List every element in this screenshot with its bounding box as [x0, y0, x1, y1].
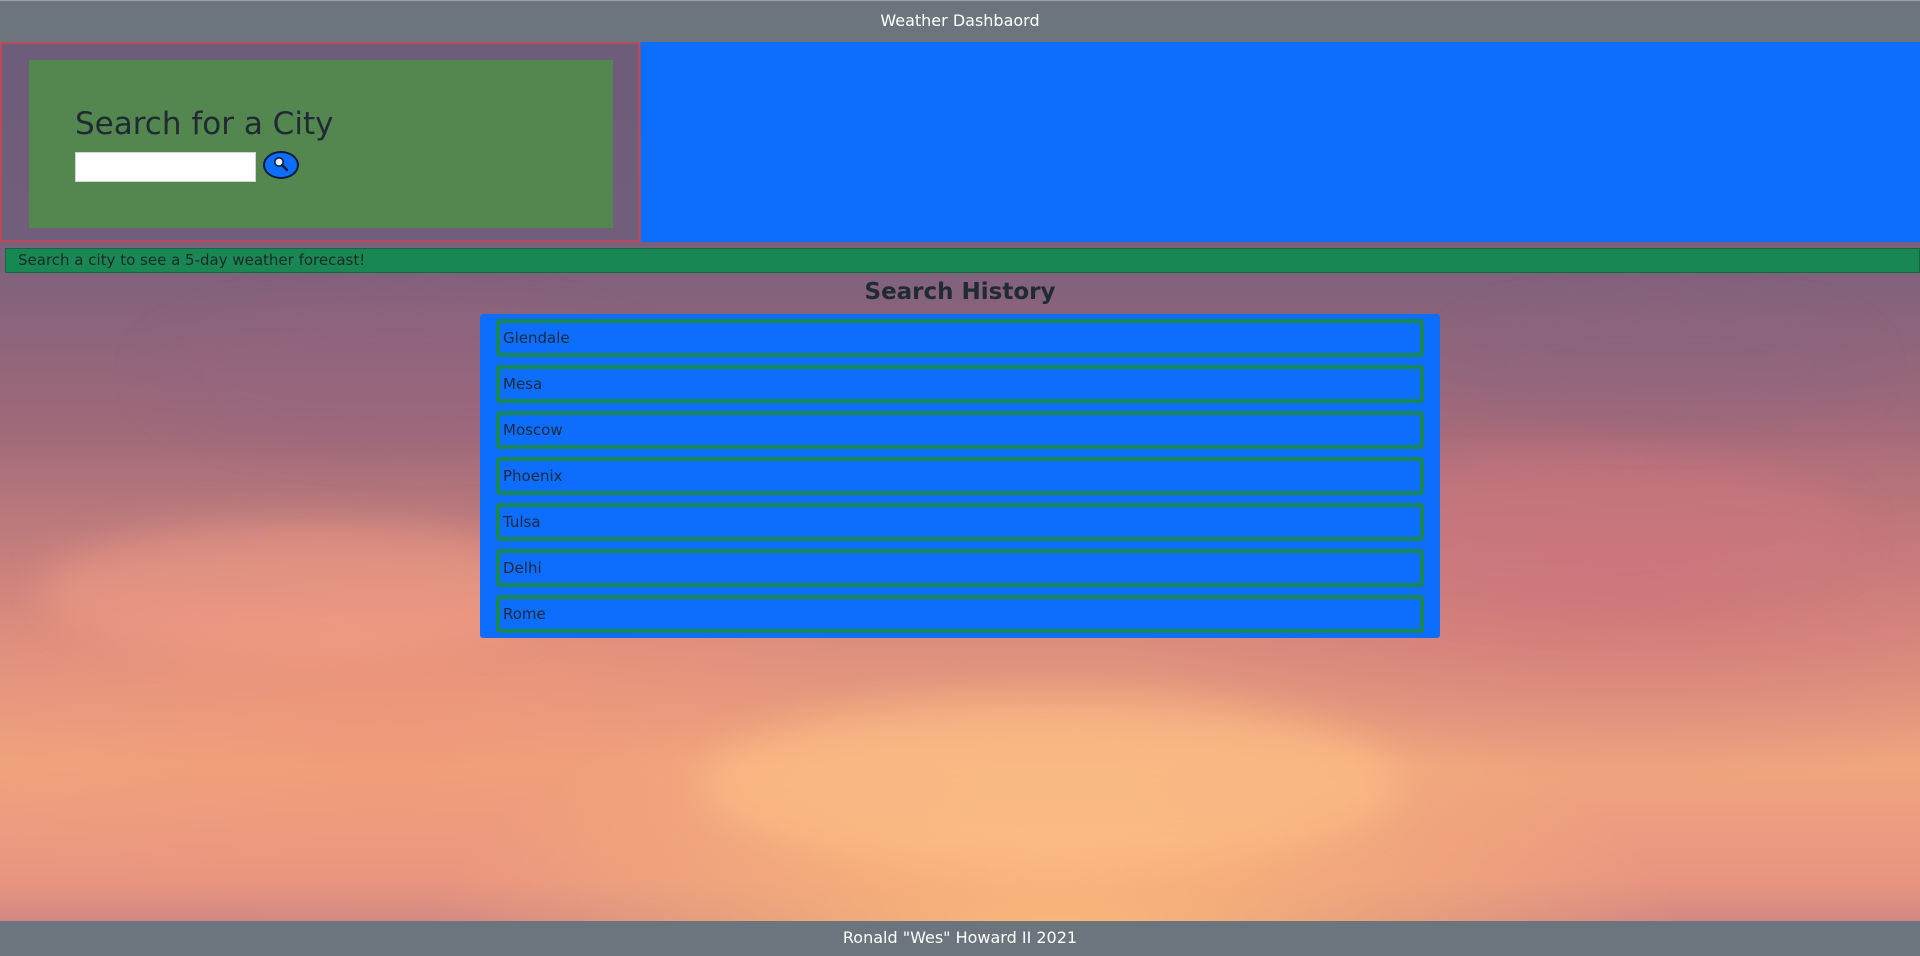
top-header: Weather Dashbaord: [0, 0, 1920, 42]
background-cloud: [1450, 300, 1870, 430]
history-item-moscow[interactable]: Moscow: [496, 411, 1424, 449]
status-message: Search a city to see a 5-day weather for…: [5, 248, 1920, 273]
forecast-panel: [641, 42, 1920, 242]
search-history-list: Glendale Mesa Moscow Phoenix Tulsa Delhi…: [480, 314, 1440, 638]
page-footer: Ronald "Wes" Howard II 2021: [0, 921, 1920, 956]
city-search-input[interactable]: [75, 152, 256, 182]
history-item-mesa[interactable]: Mesa: [496, 365, 1424, 403]
search-history-title: Search History: [864, 279, 1056, 305]
search-button[interactable]: [263, 151, 299, 179]
history-item-rome[interactable]: Rome: [496, 595, 1424, 633]
history-item-tulsa[interactable]: Tulsa: [496, 503, 1424, 541]
history-item-phoenix[interactable]: Phoenix: [496, 457, 1424, 495]
footer-credit: Ronald "Wes" Howard II 2021: [842, 928, 1078, 947]
search-card: Search for a City: [29, 60, 613, 228]
app-title: Weather Dashbaord: [880, 11, 1040, 30]
history-item-glendale[interactable]: Glendale: [496, 319, 1424, 357]
search-title: Search for a City: [75, 106, 334, 142]
search-icon: [274, 157, 289, 172]
background-cloud: [700, 700, 1400, 870]
search-panel: Search for a City: [0, 42, 640, 242]
history-item-delhi[interactable]: Delhi: [496, 549, 1424, 587]
